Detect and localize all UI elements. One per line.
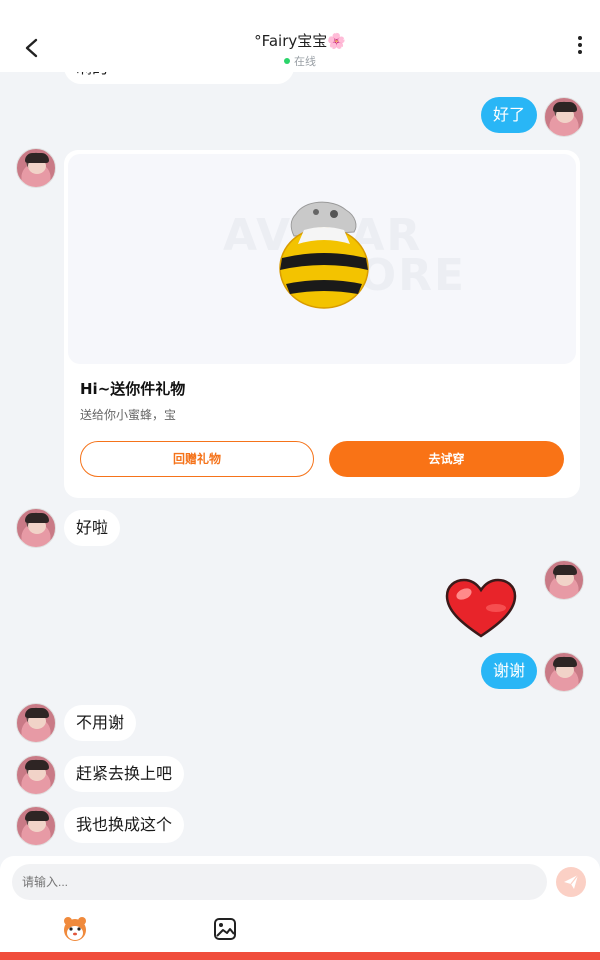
- chat-title: °Fairy宝宝🌸: [0, 30, 600, 51]
- more-vertical-icon[interactable]: [576, 36, 584, 58]
- avatar-self[interactable]: [544, 652, 584, 692]
- message-bubble-sent: 谢谢: [481, 653, 538, 689]
- message-bubble-received: 好啦: [64, 510, 121, 546]
- chat-header: °Fairy宝宝🌸 在线: [0, 0, 600, 72]
- online-status: 在线: [0, 53, 600, 69]
- message-bubble-received: 赶紧去换上吧: [64, 756, 185, 792]
- message-bubble-received: 不用谢: [64, 705, 137, 741]
- send-button[interactable]: [556, 867, 586, 897]
- contact-name: °Fairy宝宝: [254, 32, 328, 50]
- message-bubble-sent: 好了: [481, 97, 538, 133]
- bottom-strip: [0, 952, 600, 960]
- avatar-self[interactable]: [544, 97, 584, 137]
- header-title-block: °Fairy宝宝🌸 在线: [0, 30, 600, 69]
- send-icon: [564, 874, 579, 889]
- avatar-contact[interactable]: [16, 755, 56, 795]
- image-icon[interactable]: [213, 917, 237, 941]
- bee-costume-image: [279, 201, 369, 309]
- avatar-contact[interactable]: [16, 508, 56, 548]
- avatar-contact[interactable]: [16, 148, 56, 188]
- message-input[interactable]: [12, 864, 547, 900]
- message-list[interactable]: 瞒的 好了 AVATAR STORE Hi~送你件礼物 送给你小蜜蜂，宝: [0, 72, 600, 858]
- heart-sticker[interactable]: [444, 578, 518, 640]
- gift-subtitle: 送给你小蜜蜂，宝: [80, 408, 177, 422]
- online-dot-icon: [284, 58, 290, 64]
- gift-title: Hi~送你件礼物: [80, 380, 186, 398]
- try-on-button[interactable]: 去试穿: [329, 441, 564, 477]
- avatar-contact[interactable]: [16, 806, 56, 846]
- avatar-contact[interactable]: [16, 703, 56, 743]
- message-bubble-received: 我也换成这个: [64, 807, 185, 843]
- return-gift-button[interactable]: 回赠礼物: [80, 441, 314, 477]
- status-text: 在线: [294, 55, 316, 68]
- gift-image: AVATAR STORE: [68, 154, 576, 364]
- flower-emoji-icon: 🌸: [327, 32, 346, 50]
- avatar-self[interactable]: [544, 560, 584, 600]
- message-bubble-partial: 瞒的: [64, 72, 294, 84]
- mascot-icon[interactable]: [60, 915, 90, 943]
- input-bar: [0, 856, 600, 952]
- gift-card[interactable]: AVATAR STORE Hi~送你件礼物 送给你小蜜蜂，宝 回赠礼物 去试穿: [64, 150, 580, 498]
